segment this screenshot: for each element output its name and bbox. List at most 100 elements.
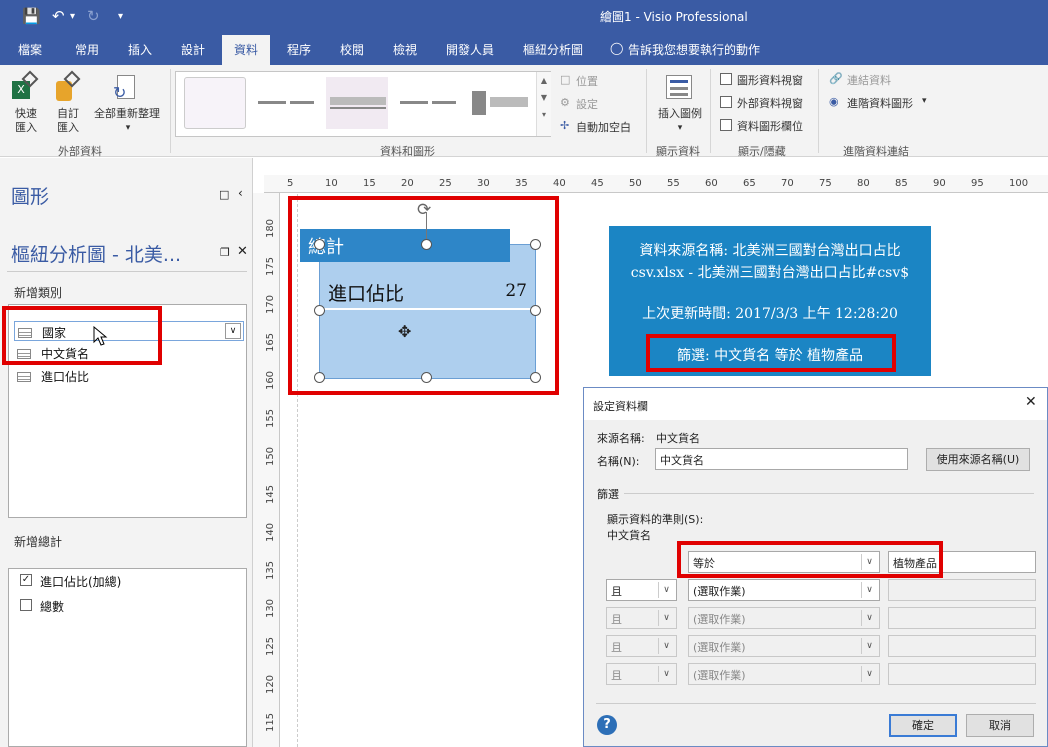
operation-select[interactable]: (選取作業) ∨: [688, 663, 880, 685]
data-graphics-gallery[interactable]: ▲ ▼ ▾: [175, 71, 551, 137]
chevron-down-icon[interactable]: ∨: [658, 582, 674, 598]
close-icon[interactable]: ✕: [1025, 394, 1037, 410]
tab-design[interactable]: 設計: [181, 41, 205, 58]
restore-pane-icon[interactable]: ❐: [220, 246, 230, 259]
value-input[interactable]: [888, 663, 1036, 685]
tab-data[interactable]: 資料: [222, 35, 271, 65]
data-graphic-fields-checkbox[interactable]: [720, 119, 732, 131]
tab-pivot[interactable]: 樞紐分析圖: [523, 41, 583, 58]
total-label: 總數: [40, 600, 65, 614]
advanced-link-button[interactable]: 進階資料圖形: [847, 95, 913, 111]
group-external-label: 外部資料: [58, 145, 102, 158]
cancel-button[interactable]: 取消: [966, 714, 1034, 737]
tab-view[interactable]: 檢視: [393, 41, 417, 58]
gallery-item-blank[interactable]: [184, 77, 246, 129]
tab-insert[interactable]: 插入: [128, 41, 152, 58]
redo-icon[interactable]: ↻: [87, 7, 100, 25]
insert-legend-dropdown-icon[interactable]: ▾: [651, 121, 709, 135]
customize-qat-icon[interactable]: ▾: [118, 11, 123, 22]
group-divider: [710, 69, 711, 153]
group-divider: [170, 69, 171, 153]
conjunction-select[interactable]: 且 ∨: [606, 663, 677, 685]
refresh-dropdown-icon[interactable]: ▾: [93, 121, 163, 135]
value-input[interactable]: [888, 607, 1036, 629]
custom-import-icon[interactable]: [54, 70, 81, 107]
chevron-down-icon: ∨: [861, 610, 877, 626]
gallery-item-heading[interactable]: [470, 77, 532, 129]
conjunction-select[interactable]: 且 ∨: [606, 607, 677, 629]
conjunction-select[interactable]: 且 ∨: [606, 579, 677, 601]
section-divider: [624, 493, 1034, 494]
conjunction-select[interactable]: 且 ∨: [606, 635, 677, 657]
insert-legend-button[interactable]: 插入圖例: [651, 107, 709, 121]
conjunction-value: 且: [611, 669, 622, 682]
quick-import-button[interactable]: 快速 匯入: [6, 107, 46, 135]
value-input[interactable]: [888, 579, 1036, 601]
ruler-label: 155: [265, 408, 277, 429]
shape-data-window-checkbox[interactable]: [720, 73, 732, 85]
ruler-label: 135: [265, 560, 277, 581]
gallery-item-bar[interactable]: [326, 77, 388, 129]
tell-me-box[interactable]: 告訴我您想要執行的動作: [628, 41, 760, 58]
dialog-title: 設定資料欄: [593, 400, 648, 413]
close-pane-icon[interactable]: ✕: [237, 244, 248, 259]
gallery-item-text[interactable]: [256, 77, 318, 129]
auto-space-button[interactable]: 自動加空白: [576, 119, 631, 135]
info-source-line2: csv.xlsx - 北美洲三國對台灣出口占比#csv$: [630, 265, 910, 281]
chevron-down-icon: ∨: [658, 666, 674, 682]
filter-section-label: 篩選: [597, 488, 619, 501]
position-icon: □: [560, 73, 571, 86]
value-input[interactable]: [888, 635, 1036, 657]
minimize-pane-icon[interactable]: □: [219, 188, 229, 201]
chevron-down-icon[interactable]: ∨: [861, 582, 877, 598]
tell-me-icon[interactable]: ◯: [610, 41, 623, 55]
tab-review[interactable]: 校閱: [340, 41, 364, 58]
vertical-ruler[interactable]: 180 175 170 165 160 155 150 145 140 135 …: [253, 193, 280, 747]
ok-button[interactable]: 確定: [889, 714, 957, 737]
external-data-window-checkbox[interactable]: [720, 96, 732, 108]
name-input[interactable]: 中文貨名: [655, 448, 908, 470]
tab-developer[interactable]: 開發人員: [446, 41, 494, 58]
group-advanced-label: 進階資料連結: [843, 145, 909, 158]
refresh-all-button[interactable]: 全部重新整理: [88, 107, 166, 121]
tab-process[interactable]: 程序: [287, 41, 311, 58]
advanced-link-dropdown-icon[interactable]: ▾: [922, 96, 927, 106]
conjunction-value: 且: [611, 585, 622, 598]
conjunction-value: 且: [611, 641, 622, 654]
tab-file[interactable]: 檔案: [18, 41, 42, 58]
group-show-hide-label: 顯示/隱藏: [738, 145, 786, 158]
quick-import-icon[interactable]: X: [12, 70, 39, 107]
total-checkbox-count[interactable]: [20, 599, 32, 611]
undo-icon[interactable]: ↶: [52, 7, 65, 25]
auto-space-icon[interactable]: ✢: [560, 119, 569, 132]
chevron-down-icon[interactable]: ∨: [225, 323, 241, 339]
ruler-label: 125: [265, 636, 277, 657]
help-icon[interactable]: ?: [597, 715, 617, 735]
tab-home[interactable]: 常用: [75, 41, 99, 58]
ruler-label: 45: [591, 178, 604, 189]
list-item[interactable]: 進口佔比: [17, 368, 89, 385]
operation-select[interactable]: (選取作業) ∨: [688, 635, 880, 657]
gallery-scroll[interactable]: ▲ ▼ ▾: [536, 72, 551, 136]
title-bar: 💾 ↶ ▾ ↻ ▾ 繪圖1 - Visio Professional: [0, 0, 1048, 33]
total-checkbox-sum[interactable]: ✓: [20, 574, 32, 586]
insert-legend-icon[interactable]: [666, 75, 692, 99]
shapes-pane-title: 圖形: [11, 186, 50, 208]
advanced-link-icon[interactable]: ◉: [829, 95, 839, 108]
use-source-name-button[interactable]: 使用來源名稱(U): [926, 448, 1030, 471]
ruler-label: 140: [265, 522, 277, 543]
shapes-pane: 圖形 □ ‹ 樞紐分析圖 - 北美... ❐ ✕ 新增類別 國家 ∨ 中文貨名 …: [0, 158, 253, 747]
undo-dropdown-icon[interactable]: ▾: [70, 11, 75, 22]
collapse-pane-icon[interactable]: ‹: [238, 186, 243, 200]
pivot-pane-title: 樞紐分析圖 - 北美...: [11, 244, 182, 266]
custom-import-button[interactable]: 自訂 匯入: [48, 107, 88, 135]
operation-select[interactable]: (選取作業) ∨: [688, 579, 880, 601]
name-label: 名稱(N):: [597, 455, 640, 468]
operation-select[interactable]: (選取作業) ∨: [688, 607, 880, 629]
refresh-all-icon[interactable]: ↻: [113, 73, 139, 103]
save-icon[interactable]: 💾: [22, 7, 41, 25]
info-source-line1: 資料來源名稱: 北美洲三國對台灣出口占比: [639, 243, 901, 259]
ruler-label: 20: [401, 178, 414, 189]
gallery-item-callout[interactable]: [398, 77, 460, 129]
horizontal-ruler[interactable]: 5 10 15 20 25 30 35 40 45 50 55 60 65 70…: [264, 175, 1048, 193]
